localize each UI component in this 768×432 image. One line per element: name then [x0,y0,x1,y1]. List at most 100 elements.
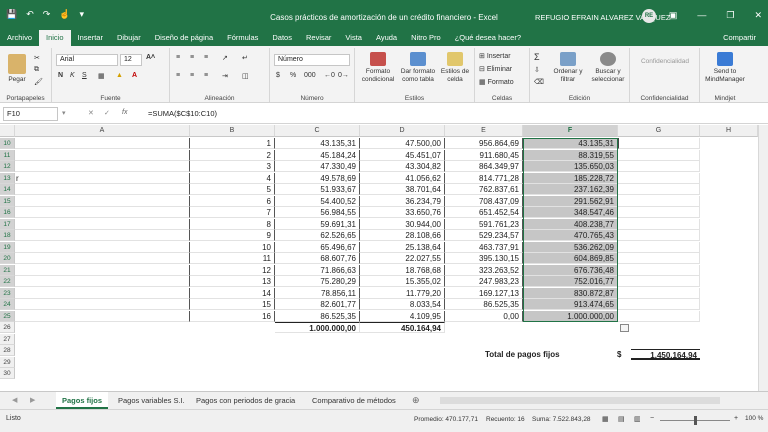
cell-g[interactable] [618,195,700,207]
paste-button[interactable]: Pegar [4,54,30,84]
italic-icon[interactable]: K [70,72,75,79]
tab-diseno-pagina[interactable]: Diseño de página [148,30,220,46]
column-header-h[interactable]: H [700,125,758,137]
enter-icon[interactable]: ✓ [104,109,110,117]
conditional-format-button[interactable]: Formato condicional [357,52,399,84]
sort-filter-button[interactable]: Ordenar y filtrar [550,52,586,84]
cell-c[interactable]: 82.601,77 [275,299,360,310]
cell-a[interactable] [15,241,190,253]
cell-e[interactable]: 463.737,91 [445,241,523,253]
confidentiality-button[interactable]: Confidencialidad [632,58,698,66]
tab-insertar[interactable]: Insertar [71,30,110,46]
cell-d[interactable]: 22.027,55 [360,253,445,264]
row-header[interactable]: 15 [0,195,15,207]
cell-a[interactable] [15,253,190,264]
cell-b[interactable]: 14 [190,287,275,299]
cell-e[interactable]: 814.771,28 [445,172,523,184]
cell-e[interactable]: 708.437,09 [445,195,523,207]
row-header[interactable]: 30 [0,368,15,379]
cell-c[interactable]: 78.856,11 [275,287,360,299]
cell-b[interactable]: 5 [190,184,275,195]
align-right-icon[interactable]: ≡ [204,72,208,79]
cell-f[interactable]: 348.547,46 [523,207,618,218]
row-header[interactable]: 18 [0,230,15,241]
cell-d[interactable]: 30.944,00 [360,218,445,230]
cell-d[interactable]: 18.768,68 [360,264,445,276]
page-break-icon[interactable]: ▥ [634,415,641,423]
avatar[interactable]: RE [642,9,656,23]
tab-ayuda[interactable]: Ayuda [369,30,404,46]
cell-d[interactable]: 33.650,76 [360,207,445,218]
row-header[interactable]: 17 [0,218,15,230]
name-box-dropdown-icon[interactable]: ▾ [62,109,66,117]
cell-e[interactable]: 864.349,97 [445,161,523,172]
cell-d[interactable]: 25.138,64 [360,241,445,253]
zoom-slider-thumb[interactable] [694,416,697,425]
cell-g[interactable] [618,299,700,310]
column-header-e[interactable]: E [445,125,523,137]
cell-b[interactable]: 8 [190,218,275,230]
row-header[interactable]: 13 [0,172,15,184]
format-painter-icon[interactable]: 🖌 [34,78,43,86]
cell-c[interactable]: 54.400,52 [275,195,360,207]
cell-d[interactable]: 8.033,54 [360,299,445,310]
next-sheet-icon[interactable]: ▶ [30,396,35,404]
fill-icon[interactable]: ⇩ [534,66,540,74]
tab-revisar[interactable]: Revisar [299,30,338,46]
cell-g[interactable] [618,264,700,276]
sheet-tab-periodos-gracia[interactable]: Pagos con periodos de gracia [190,392,301,409]
cell-d[interactable]: 47.500,00 [360,138,445,149]
cell-g[interactable] [618,218,700,230]
cell-b[interactable]: 10 [190,241,275,253]
delete-cells-button[interactable]: ⊟ Eliminar [479,65,512,73]
row-header[interactable]: 16 [0,207,15,218]
cell-a[interactable] [15,276,190,287]
cell-c[interactable]: 75.280,29 [275,276,360,287]
align-top-icon[interactable]: ≡ [176,54,180,61]
cell-c[interactable]: 59.691,31 [275,218,360,230]
row-header[interactable]: 28 [0,345,15,356]
cell-d[interactable]: 41.056,62 [360,172,445,184]
tab-nitro-pro[interactable]: Nitro Pro [404,30,448,46]
tab-dibujar[interactable]: Dibujar [110,30,148,46]
cell-e[interactable]: 591.761,23 [445,218,523,230]
row-header[interactable]: 20 [0,253,15,264]
quick-analysis-icon[interactable] [620,324,629,332]
maximize-icon[interactable]: ❐ [726,10,734,21]
wrap-text-icon[interactable]: ↵ [242,54,248,62]
cell-d[interactable]: 38.701,64 [360,184,445,195]
cell-b[interactable]: 1 [190,138,275,149]
cell-a[interactable] [15,138,190,149]
cell-e[interactable]: 762.837,61 [445,184,523,195]
cell-a[interactable] [15,161,190,172]
bold-icon[interactable]: N [58,72,63,79]
cell-f[interactable]: 43.135,31 [523,138,618,149]
normal-view-icon[interactable]: ▦ [602,415,609,423]
cell-f[interactable]: 88.319,55 [523,149,618,161]
ribbon-display-icon[interactable]: ▣ [669,10,678,21]
cell-e[interactable]: 911.680,45 [445,149,523,161]
cut-icon[interactable]: ✂ [34,54,40,62]
tab-formulas[interactable]: Fórmulas [220,30,265,46]
add-sheet-icon[interactable]: ⊕ [412,395,420,406]
cell-b[interactable]: 15 [190,299,275,310]
cell-c[interactable]: 45.184,24 [275,149,360,161]
cell-e[interactable]: 529.234,57 [445,230,523,241]
cell-d[interactable]: 36.234,79 [360,195,445,207]
touch-mode-icon[interactable]: ☝ [59,9,70,20]
indent-icon[interactable]: ⇥ [222,72,228,80]
cell-g[interactable] [618,310,700,322]
page-layout-icon[interactable]: ▤ [618,415,625,423]
font-size-select[interactable]: 12 [120,54,142,66]
insert-cells-button[interactable]: ⊞ Insertar [479,52,511,60]
cell-a[interactable] [15,287,190,299]
column-header-c[interactable]: C [275,125,360,137]
grow-font-icon[interactable]: A˄ [146,54,155,61]
cell-f[interactable]: 291.562,91 [523,195,618,207]
cell-e[interactable]: 651.452,54 [445,207,523,218]
cell-b[interactable]: 16 [190,310,275,322]
borders-icon[interactable]: ▦ [98,72,105,80]
cell-f[interactable]: 676.736,48 [523,264,618,276]
format-as-table-button[interactable]: Dar formato como tabla [399,52,437,84]
cell-c[interactable]: 47.330,49 [275,161,360,172]
